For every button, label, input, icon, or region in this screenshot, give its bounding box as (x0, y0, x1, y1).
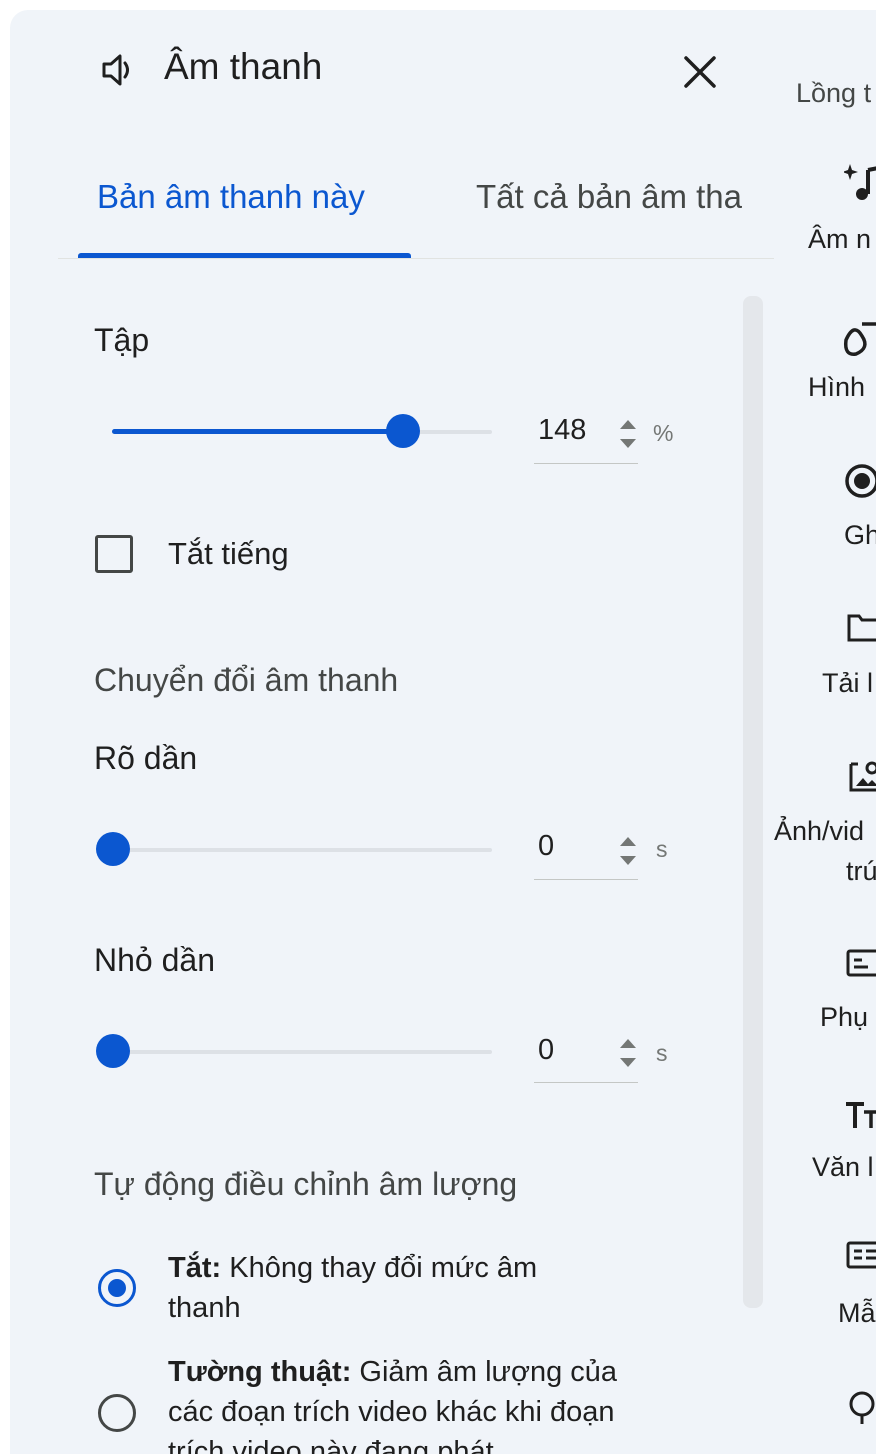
fade-out-slider-thumb[interactable] (96, 1034, 130, 1068)
rail-item-captions-label[interactable]: Phụ (820, 1002, 868, 1033)
fade-in-value[interactable]: 0 (538, 830, 554, 863)
auto-volume-off-option[interactable]: Tắt: Không thay đổi mức âm thanh (168, 1248, 588, 1328)
volume-stepper-icon[interactable] (617, 415, 639, 453)
fade-out-field-underline (534, 1082, 638, 1083)
panel-title: Âm thanh (164, 46, 323, 87)
auto-volume-narration-radio[interactable] (98, 1394, 136, 1432)
side-rail: Lồng t Âm n Hình Gh Tải l Ảnh/vid trú Ph… (774, 10, 876, 1454)
rail-item-media-label-line2[interactable]: trú (846, 856, 876, 887)
auto-volume-narration-title: Tường thuật: (168, 1356, 352, 1388)
auto-volume-off-title: Tắt: (168, 1252, 222, 1284)
transition-heading: Chuyển đổi âm thanh (94, 662, 399, 698)
fade-in-slider[interactable] (96, 828, 492, 872)
shapes-icon[interactable] (842, 318, 876, 362)
volume-slider-fill (112, 429, 394, 434)
rail-item-shapes-label[interactable]: Hình (808, 372, 865, 403)
auto-volume-narration-option[interactable]: Tường thuật: Giảm âm lượng của các đoạn … (168, 1352, 648, 1454)
volume-label: Tập (94, 322, 150, 358)
fade-out-unit: s (656, 1040, 668, 1066)
fade-in-slider-track (112, 848, 492, 852)
volume-slider-thumb[interactable] (386, 414, 421, 448)
music-sparkle-icon[interactable] (842, 162, 876, 206)
image-icon[interactable] (848, 758, 876, 794)
rail-item-text-label[interactable]: Văn l (812, 1152, 874, 1183)
fade-out-slider-track (112, 1050, 492, 1054)
tabs-divider (58, 258, 774, 259)
fade-in-slider-thumb[interactable] (96, 832, 130, 866)
mute-label: Tắt tiếng (168, 536, 289, 571)
rail-item-music-label[interactable]: Âm n (808, 224, 871, 255)
subtitles-icon[interactable] (846, 948, 876, 978)
fade-in-unit: s (656, 836, 668, 862)
volume-slider[interactable] (112, 410, 492, 454)
rail-item-upload-label[interactable]: Tải l (822, 668, 873, 699)
auto-volume-off-radio[interactable] (98, 1269, 136, 1307)
mute-checkbox[interactable] (95, 535, 133, 573)
fade-out-label: Nhỏ dần (94, 942, 215, 978)
template-icon[interactable] (846, 1240, 876, 1270)
volume-field-underline (534, 463, 638, 464)
speaker-icon (98, 52, 138, 88)
auto-volume-off-desc: Không thay đổi mức âm thanh (168, 1252, 538, 1324)
text-icon[interactable] (844, 1098, 876, 1132)
tab-this-audio[interactable]: Bản âm thanh này (97, 178, 365, 216)
rail-item-record-label[interactable]: Gh (844, 520, 876, 551)
close-icon[interactable] (678, 50, 722, 94)
tab-all-audio[interactable]: Tất cả bản âm tha (476, 178, 742, 216)
volume-unit: % (653, 420, 674, 446)
fade-in-stepper-icon[interactable] (617, 832, 639, 870)
folder-icon[interactable] (846, 610, 876, 644)
fade-out-stepper-icon[interactable] (617, 1034, 639, 1072)
rail-top-label[interactable]: Lồng t (796, 78, 871, 109)
audio-panel: Âm thanh Bản âm thanh này Tất cả bản âm … (10, 10, 774, 1454)
panel-scrollbar[interactable] (743, 296, 763, 1308)
fade-in-field-underline (534, 879, 638, 880)
rail-item-template-label[interactable]: Mẫ (838, 1298, 876, 1329)
search-icon[interactable] (846, 1390, 876, 1424)
fade-in-label: Rõ dần (94, 740, 198, 776)
fade-out-value[interactable]: 0 (538, 1034, 554, 1067)
fade-out-slider[interactable] (96, 1030, 492, 1074)
volume-value[interactable]: 148 (538, 414, 586, 447)
rail-item-media-label[interactable]: Ảnh/vid (774, 816, 864, 847)
record-icon[interactable] (844, 462, 876, 502)
auto-volume-heading: Tự động điều chỉnh âm lượng (94, 1166, 518, 1202)
